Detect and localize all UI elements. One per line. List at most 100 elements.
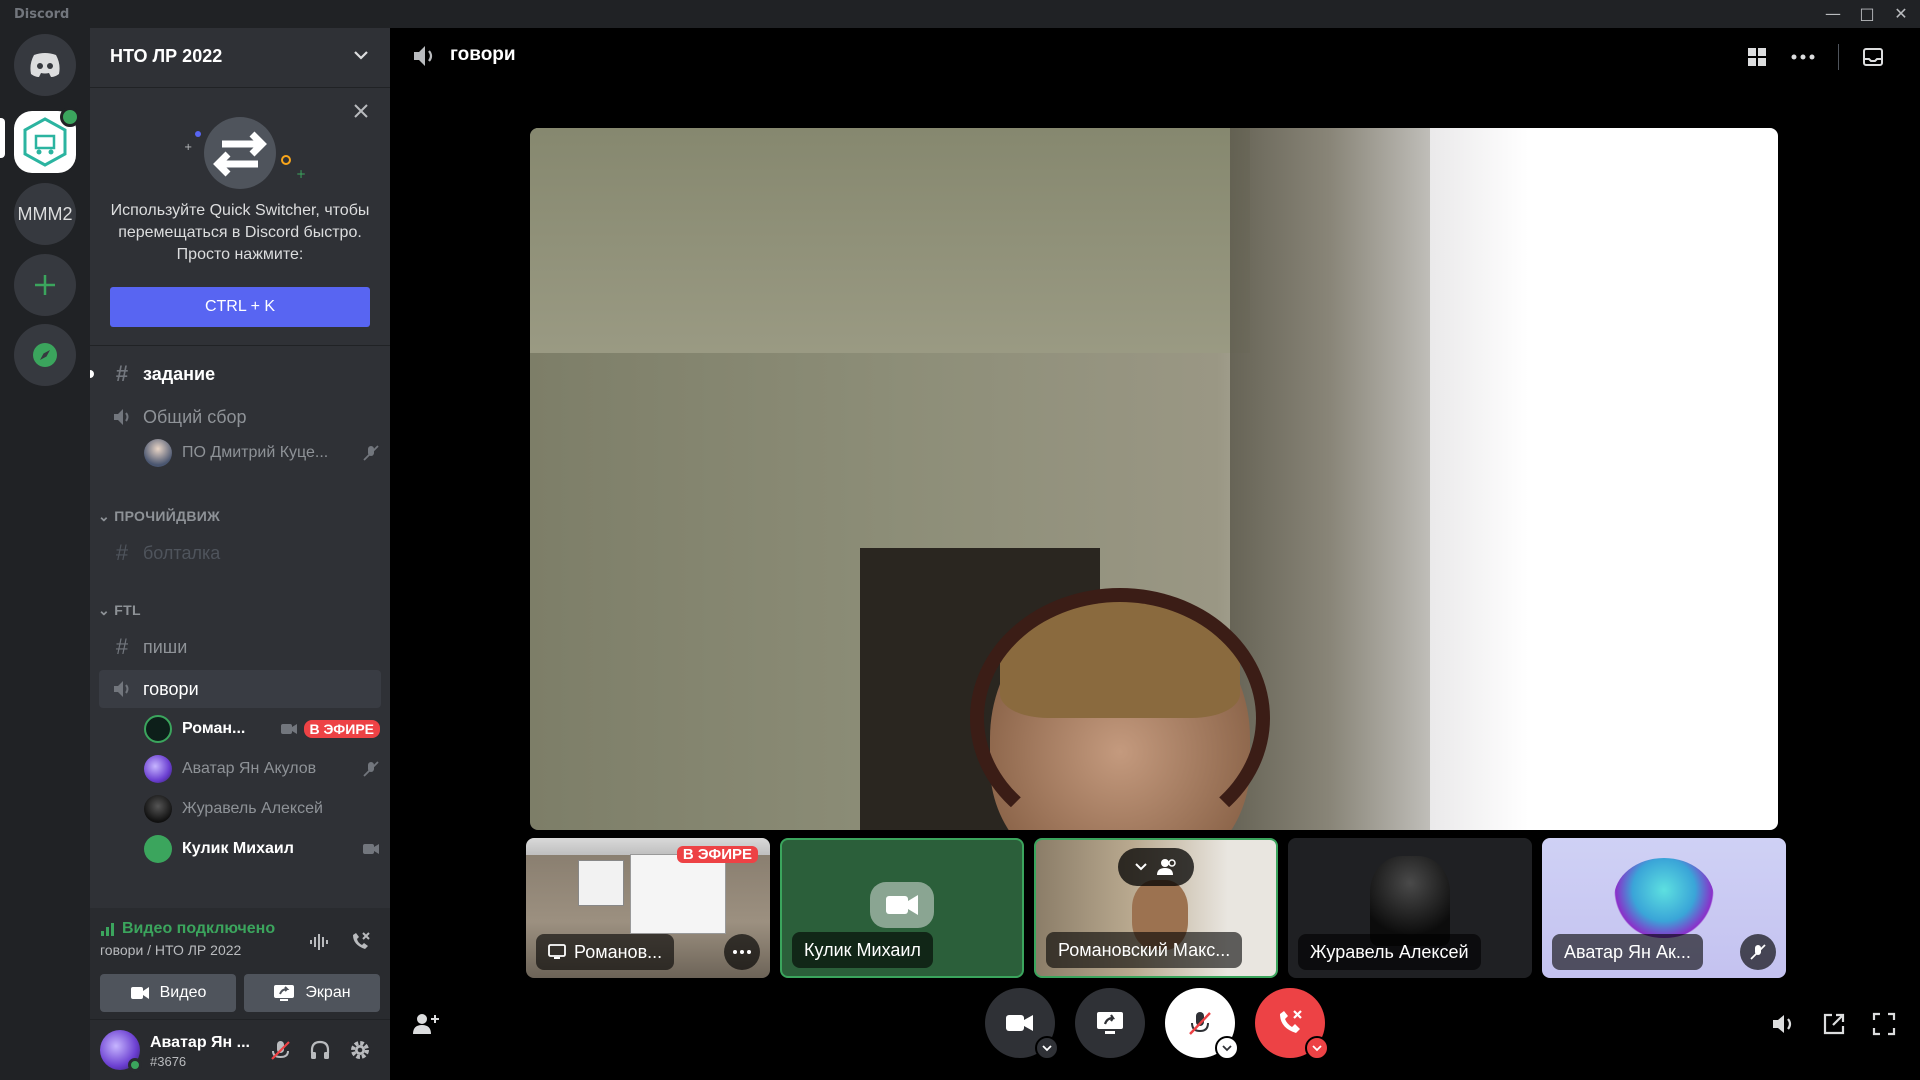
mic-muted-icon [362, 444, 380, 462]
add-server-icon[interactable] [14, 254, 76, 316]
channel-govori[interactable]: говори [99, 670, 381, 708]
voice-user-avatar-yan[interactable]: Аватар Ян Акулов [144, 752, 380, 786]
screen-button[interactable]: Экран [244, 974, 380, 1012]
mute-button[interactable] [1165, 988, 1239, 1060]
voice-user-kulik[interactable]: Кулик Михаил [144, 832, 380, 866]
hangup-options-chevron[interactable] [1305, 1036, 1329, 1060]
screen-share-button[interactable] [1075, 988, 1145, 1058]
stream-preview-window [578, 860, 624, 906]
participant-strip: В ЭФИРЕ Романов... Кулик Михаил Романовс… [526, 838, 1786, 978]
disconnect-icon[interactable] [344, 926, 376, 958]
avatar [144, 795, 172, 823]
video-button[interactable]: Видео [100, 974, 236, 1012]
voice-user-zhuravel[interactable]: Журавель Алексей [144, 792, 380, 826]
camera-options-chevron[interactable] [1035, 1036, 1059, 1060]
avatar [144, 755, 172, 783]
hashtag-icon: # [115, 361, 129, 386]
camera-toggle-button[interactable] [985, 988, 1059, 1060]
volume-icon[interactable] [1768, 1008, 1800, 1040]
video-frame-headphones [970, 588, 1270, 830]
screen-share-icon [274, 985, 295, 1001]
video-activity-icon [60, 107, 80, 127]
tile-zhuravel[interactable]: Журавель Алексей [1288, 838, 1532, 978]
live-badge: В ЭФИРЕ [676, 846, 758, 863]
popout-icon[interactable] [1818, 1008, 1850, 1040]
people-icon [1157, 859, 1176, 875]
category-prochiydvizh[interactable]: ⌄ ПРОЧИЙДВИЖ [98, 508, 220, 525]
camera-icon [1006, 1015, 1033, 1031]
add-user-icon[interactable] [410, 1008, 442, 1040]
tile-label: Аватар Ян Ак... [1552, 934, 1703, 970]
selected-server-pill [0, 118, 5, 158]
voice-status: Видео подключено [100, 920, 275, 938]
screen-share-icon [548, 944, 566, 959]
channel-obshchiy-sbor[interactable]: Общий сбор [99, 398, 381, 436]
voice-channel-view: говори В ЭФИРЕ Романов... Кулик Михаил Р… [390, 28, 1920, 1080]
category-ftl[interactable]: ⌄ FTL [98, 602, 141, 619]
more-icon[interactable] [1788, 42, 1818, 72]
inbox-icon[interactable] [1858, 42, 1888, 72]
live-badge: В ЭФИРЕ [303, 720, 380, 738]
mic-muted-icon[interactable] [264, 1034, 296, 1066]
quick-switcher-text: Используйте Quick Switcher, чтобы переме… [110, 202, 370, 263]
app-brand: Discord [14, 7, 70, 22]
chevron-down-icon [1135, 863, 1147, 871]
grid-icon[interactable] [1742, 42, 1772, 72]
headphones-icon[interactable] [304, 1034, 336, 1066]
server-nto-icon[interactable] [14, 107, 80, 173]
camera-icon [130, 987, 149, 999]
switcher-arrows-icon: + + [184, 117, 306, 189]
user-tag: #3676 [150, 1054, 187, 1069]
close-icon[interactable] [352, 102, 370, 124]
tile-kulik[interactable]: Кулик Михаил [780, 838, 1024, 978]
avatar [144, 715, 172, 743]
fullscreen-icon[interactable] [1868, 1008, 1900, 1040]
mic-muted-icon [1740, 934, 1776, 970]
channel-boltalka[interactable]: # болталка [99, 534, 381, 572]
stream-preview-panel [630, 854, 726, 934]
focused-video-stream[interactable] [530, 128, 1778, 830]
voice-user-roman[interactable]: Роман... В ЭФИРЕ [144, 712, 380, 746]
screen-share-icon [1097, 1012, 1123, 1034]
channel-zadanie[interactable]: # задание [99, 355, 381, 393]
noise-suppression-icon[interactable] [304, 926, 336, 958]
voice-user-dmitriy[interactable]: ПО Дмитрий Куце... [144, 436, 380, 470]
svg-text:+: + [184, 142, 192, 153]
server-mmm2[interactable]: MMM2 [14, 183, 76, 245]
more-icon[interactable] [724, 934, 760, 970]
mic-options-chevron[interactable] [1215, 1036, 1239, 1060]
svg-text:+: + [296, 167, 306, 181]
tile-overlay-controls[interactable] [1118, 848, 1194, 886]
avatar [1370, 856, 1450, 946]
channel-sidebar: НТО ЛР 2022 + + Используйте Quick Switch… [90, 28, 390, 1080]
tile-label: Романовский Макс... [1046, 932, 1243, 968]
tile-romanovskiy[interactable]: Романовский Макс... [1034, 838, 1278, 978]
unread-indicator [90, 370, 94, 378]
maximize-icon[interactable]: □ [1850, 0, 1884, 28]
channel-pishi[interactable]: # пиши [99, 628, 381, 666]
speaker-icon [109, 406, 135, 428]
hangup-icon [1280, 1010, 1302, 1033]
user-panel: Аватар Ян ... #3676 [90, 1020, 390, 1080]
chevron-down-icon[interactable] [352, 46, 370, 68]
guild-header[interactable]: НТО ЛР 2022 [90, 28, 390, 88]
mic-muted-icon [1189, 1012, 1211, 1035]
discord-avatar-icon [870, 882, 934, 928]
voice-connection-panel: Видео подключено говори / НТО ЛР 2022 Ви… [90, 908, 390, 1020]
settings-icon[interactable] [344, 1034, 376, 1066]
explore-icon[interactable] [14, 324, 76, 386]
tile-romanov-stream[interactable]: В ЭФИРЕ Романов... [526, 838, 770, 978]
shortcut-button[interactable]: CTRL + K [110, 287, 370, 327]
discord-home-icon[interactable] [14, 34, 76, 96]
server-rail: MMM2 [0, 28, 90, 1080]
tile-label: Романов... [536, 934, 675, 970]
minimize-icon[interactable]: — [1816, 0, 1850, 28]
guild-name: НТО ЛР 2022 [110, 46, 223, 66]
channel-title: говори [450, 44, 516, 65]
hangup-button[interactable] [1255, 988, 1329, 1060]
video-frame-ceiling [530, 128, 1250, 353]
voice-location[interactable]: говори / НТО ЛР 2022 [100, 942, 241, 958]
tile-avatar-yan[interactable]: Аватар Ян Ак... [1542, 838, 1786, 978]
speaker-icon [412, 44, 438, 72]
window-close-icon[interactable]: ✕ [1884, 0, 1918, 28]
